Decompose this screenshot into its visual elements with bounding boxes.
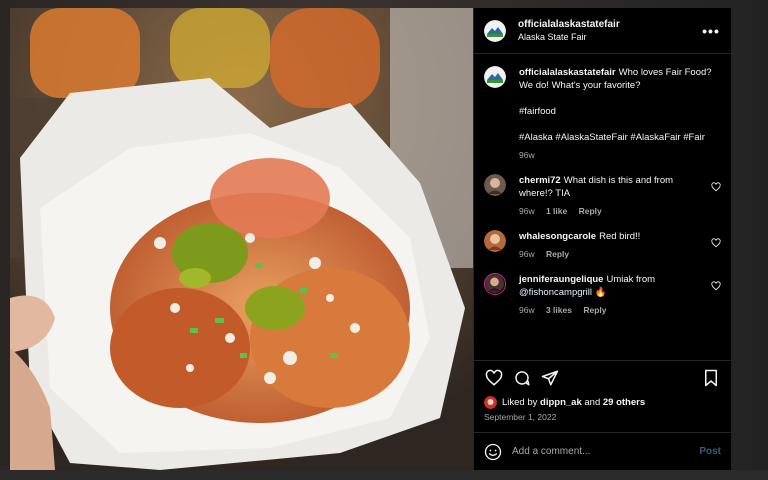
likes-summary: Liked by dippn_ak and 29 others	[474, 394, 731, 410]
caption-hashtags[interactable]: #Alaska #AlaskaStateFair #AlaskaFair #Fa…	[519, 131, 721, 144]
action-bar	[474, 360, 731, 394]
caption-hashtag[interactable]: #fairfood	[519, 105, 721, 118]
avatar-photo	[485, 274, 504, 293]
comment-text: Red bird!!	[599, 231, 641, 242]
emoji-icon[interactable]	[484, 443, 502, 461]
caption-avatar[interactable]	[484, 66, 506, 88]
comment-username[interactable]: chermi72	[519, 175, 561, 186]
reply-button[interactable]: Reply	[583, 305, 606, 315]
liker-username[interactable]: dippn_ak	[540, 397, 582, 408]
likes-others[interactable]: 29 others	[603, 397, 645, 408]
avatar-photo	[484, 174, 506, 196]
liker-avatar[interactable]	[484, 395, 497, 409]
avatar-logo	[484, 66, 506, 88]
heart-icon[interactable]	[711, 281, 721, 291]
comment-avatar[interactable]	[484, 174, 506, 196]
more-horizontal-icon[interactable]: •••	[701, 23, 721, 39]
caption-time[interactable]: 96w	[519, 150, 535, 160]
comment-likes[interactable]: 1 like	[546, 206, 567, 216]
post-date[interactable]: September 1, 2022	[474, 410, 731, 432]
comment-item: jenniferaungelique Umiak from @fishoncampg…	[484, 273, 721, 315]
comment-text: Umiak from	[606, 274, 656, 285]
account-avatar[interactable]	[484, 19, 506, 42]
avatar-photo	[484, 230, 506, 252]
heart-icon[interactable]	[711, 238, 721, 248]
post-details-panel: officialalaskastatefair Alaska State Fai…	[473, 8, 731, 470]
food-photo-illustration	[10, 8, 473, 470]
post-button[interactable]: Post	[699, 446, 721, 457]
avatar-logo	[484, 19, 506, 42]
heart-icon[interactable]	[711, 182, 721, 192]
reply-button[interactable]: Reply	[546, 249, 569, 259]
comment-avatar[interactable]	[484, 230, 506, 252]
likes-prefix: Liked by	[502, 396, 538, 408]
comment-likes[interactable]: 3 likes	[546, 305, 572, 315]
caption-username[interactable]: officialalaskastatefair	[519, 67, 616, 78]
comment-icon[interactable]	[512, 368, 532, 388]
comment-composer: Post	[474, 432, 731, 470]
comment-time[interactable]: 96w	[519, 206, 535, 216]
caption: officialalaskastatefair Who loves Fair Fo…	[484, 66, 721, 160]
post-location[interactable]: Alaska State Fair	[518, 31, 701, 44]
comment-item: whalesongcarole Red bird!! 96w Reply	[484, 230, 721, 259]
backdrop-strip	[0, 470, 768, 480]
comment-input[interactable]	[512, 446, 700, 457]
comment-time[interactable]: 96w	[519, 305, 535, 315]
account-username[interactable]: officialalaskastatefair	[518, 18, 701, 31]
send-icon[interactable]	[540, 368, 560, 388]
comment-username[interactable]: whalesongcarole	[519, 231, 596, 242]
comments-list: officialalaskastatefair Who loves Fair Fo…	[474, 54, 731, 360]
reply-button[interactable]: Reply	[579, 206, 602, 216]
post-photo[interactable]	[10, 8, 473, 470]
comment-time[interactable]: 96w	[519, 249, 535, 259]
bookmark-icon[interactable]	[701, 368, 721, 388]
mention-link[interactable]: @fishoncampgrill	[519, 287, 592, 298]
comment-avatar[interactable]	[484, 273, 506, 295]
fire-emoji: 🔥	[594, 287, 607, 298]
comment-username[interactable]: jenniferaungelique	[519, 274, 603, 285]
comment-item: chermi72 What dish is this and from where…	[484, 174, 721, 216]
likes-mid: and	[584, 396, 601, 408]
post-modal: officialalaskastatefair Alaska State Fai…	[10, 8, 731, 470]
post-header: officialalaskastatefair Alaska State Fai…	[474, 8, 731, 54]
heart-icon[interactable]	[484, 368, 504, 388]
